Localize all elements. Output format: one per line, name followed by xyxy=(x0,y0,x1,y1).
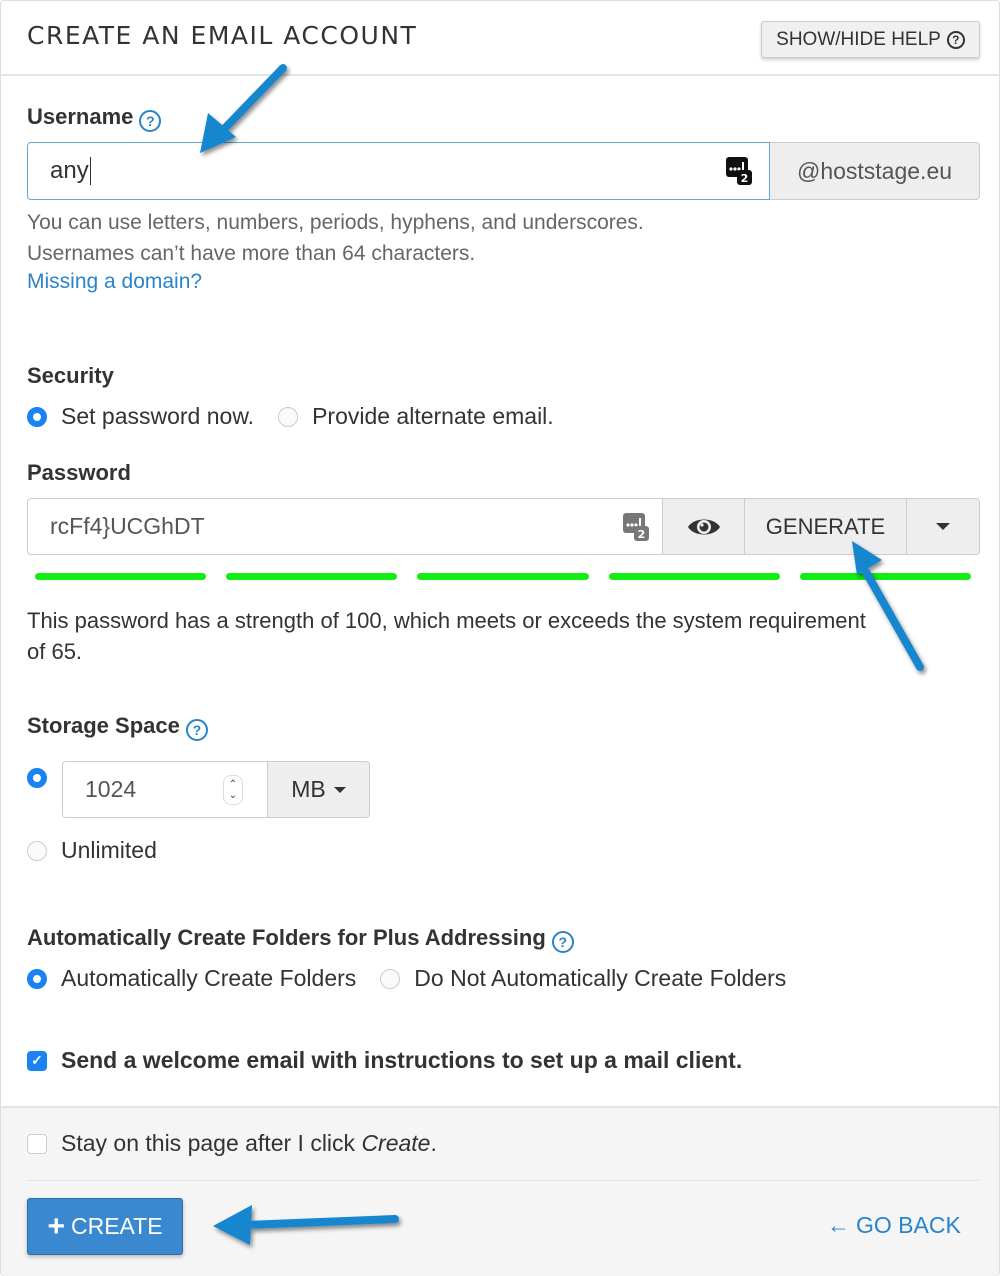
stay-label-suffix: . xyxy=(430,1130,437,1156)
footer-divider xyxy=(27,1180,980,1181)
password-manager-icon[interactable]: 2 xyxy=(725,156,753,186)
welcome-email-row: ✓ Send a welcome email with instructions… xyxy=(27,1047,766,1074)
radio-button-unchecked[interactable] xyxy=(278,406,299,427)
strength-segment xyxy=(799,573,972,580)
password-field-group: rcFf4}UCGhDT 2 GENERATE xyxy=(27,498,980,555)
radio-button-unchecked[interactable] xyxy=(380,968,401,989)
arrow-left-icon: ← xyxy=(827,1212,850,1238)
svg-text:2: 2 xyxy=(741,172,749,185)
security-label: Security xyxy=(27,363,114,388)
radio-label: Do Not Automatically Create Folders xyxy=(414,965,787,991)
form-footer: Stay on this page after I click Create. … xyxy=(1,1106,999,1276)
plus-addressing-label: Automatically Create Folders for Plus Ad… xyxy=(27,925,574,954)
strength-segment xyxy=(35,573,207,580)
plus-addressing-help-icon[interactable]: ? xyxy=(551,931,574,954)
radio-label: Unlimited xyxy=(61,837,157,863)
panel-header: CREATE AN EMAIL ACCOUNT SHOW/HIDE HELP ? xyxy=(1,1,999,76)
quota-input[interactable]: 1024 ⌃ ⌄ xyxy=(62,761,268,818)
stay-on-page-checkbox-item[interactable]: Stay on this page after I click Create. xyxy=(27,1130,437,1157)
storage-label-text: Storage Space xyxy=(27,713,180,738)
radio-unlimited[interactable]: Unlimited xyxy=(27,837,157,864)
plus-addressing-radio-group: Automatically Create Folders Do Not Auto… xyxy=(27,965,810,992)
storage-label: Storage Space? xyxy=(27,713,208,742)
strength-segment xyxy=(226,573,398,580)
username-help-text: You can use letters, numbers, periods, h… xyxy=(27,211,644,265)
help-toggle-label: SHOW/HIDE HELP xyxy=(776,28,941,50)
radio-auto-create-folders[interactable]: Automatically Create Folders xyxy=(27,965,356,992)
caret-down-icon xyxy=(936,523,950,530)
quota-unit-label: MB xyxy=(291,776,326,802)
username-help-icon[interactable]: ? xyxy=(139,110,162,133)
password-input[interactable]: rcFf4}UCGhDT 2 xyxy=(27,498,663,555)
username-field-group: any 2 @hoststage.eu xyxy=(27,142,980,200)
unlimited-radio-row: Unlimited xyxy=(27,837,181,864)
show-password-button[interactable] xyxy=(663,498,745,555)
username-label-text: Username xyxy=(27,104,134,129)
password-manager-icon[interactable]: 2 xyxy=(622,512,650,542)
show-hide-help-button[interactable]: SHOW/HIDE HELP ? xyxy=(761,21,980,58)
caret-down-icon xyxy=(333,786,346,793)
quota-field-group: 1024 ⌃ ⌄ MB xyxy=(62,761,370,818)
create-email-panel: CREATE AN EMAIL ACCOUNT SHOW/HIDE HELP ?… xyxy=(0,0,1000,1276)
security-radio-group: Set password now. Provide alternate emai… xyxy=(27,403,578,430)
radio-label: Automatically Create Folders xyxy=(61,965,357,991)
domain-addon: @hoststage.eu xyxy=(770,142,980,200)
go-back-label: GO BACK xyxy=(856,1212,961,1238)
stay-on-page-row: Stay on this page after I click Create. xyxy=(27,1130,461,1157)
chevron-down-icon[interactable]: ⌄ xyxy=(229,790,237,801)
strength-segment xyxy=(608,573,780,580)
username-input[interactable]: any 2 xyxy=(27,142,770,200)
password-value: rcFf4}UCGhDT xyxy=(50,513,205,539)
radio-label: Set password now. xyxy=(61,403,255,429)
radio-button-checked[interactable] xyxy=(27,968,47,989)
radio-provide-alternate-email[interactable]: Provide alternate email. xyxy=(278,403,554,430)
create-button[interactable]: + CREATE xyxy=(27,1198,183,1255)
welcome-email-checkbox[interactable]: ✓ xyxy=(27,1050,47,1071)
welcome-email-checkbox-item[interactable]: ✓ Send a welcome email with instructions… xyxy=(27,1047,742,1074)
welcome-email-label: Send a welcome email with instructions t… xyxy=(61,1047,743,1073)
radio-do-not-auto-create-folders[interactable]: Do Not Automatically Create Folders xyxy=(380,965,786,992)
username-value: any xyxy=(50,157,89,184)
radio-label: Provide alternate email. xyxy=(312,403,554,429)
stay-label-emphasis: Create xyxy=(361,1130,431,1156)
radio-button-checked[interactable] xyxy=(27,406,47,427)
quota-unit-dropdown[interactable]: MB xyxy=(268,761,370,818)
go-back-link[interactable]: ← GO BACK xyxy=(827,1212,961,1239)
quota-value: 1024 xyxy=(85,776,137,802)
page-title: CREATE AN EMAIL ACCOUNT xyxy=(27,21,418,50)
svg-text:2: 2 xyxy=(638,528,646,541)
chevron-up-icon[interactable]: ⌃ xyxy=(229,779,237,790)
storage-help-icon[interactable]: ? xyxy=(185,719,208,742)
eye-icon xyxy=(687,519,720,534)
create-button-label: CREATE xyxy=(70,1213,163,1239)
quota-stepper[interactable]: ⌃ ⌄ xyxy=(223,775,243,805)
password-strength-meter xyxy=(35,573,972,580)
stay-on-page-label: Stay on this page after I click Create. xyxy=(61,1130,437,1157)
plus-addressing-label-text: Automatically Create Folders for Plus Ad… xyxy=(27,925,546,950)
username-label: Username? xyxy=(27,104,162,133)
generate-password-button[interactable]: GENERATE xyxy=(745,498,907,555)
plus-icon: + xyxy=(47,1209,65,1243)
generate-options-dropdown[interactable] xyxy=(907,498,980,555)
password-label: Password xyxy=(27,460,131,485)
strength-segment xyxy=(417,573,589,580)
radio-set-password-now[interactable]: Set password now. xyxy=(27,403,254,430)
question-circle-icon: ? xyxy=(946,30,965,49)
missing-domain-link[interactable]: Missing a domain? xyxy=(27,270,202,294)
text-cursor xyxy=(89,157,91,185)
radio-quota-limited[interactable] xyxy=(27,768,47,788)
stay-on-page-checkbox[interactable] xyxy=(27,1133,47,1154)
stay-label-prefix: Stay on this page after I click xyxy=(61,1130,362,1156)
password-strength-text: This password has a strength of 100, whi… xyxy=(27,608,866,664)
radio-button-unchecked[interactable] xyxy=(27,840,47,861)
